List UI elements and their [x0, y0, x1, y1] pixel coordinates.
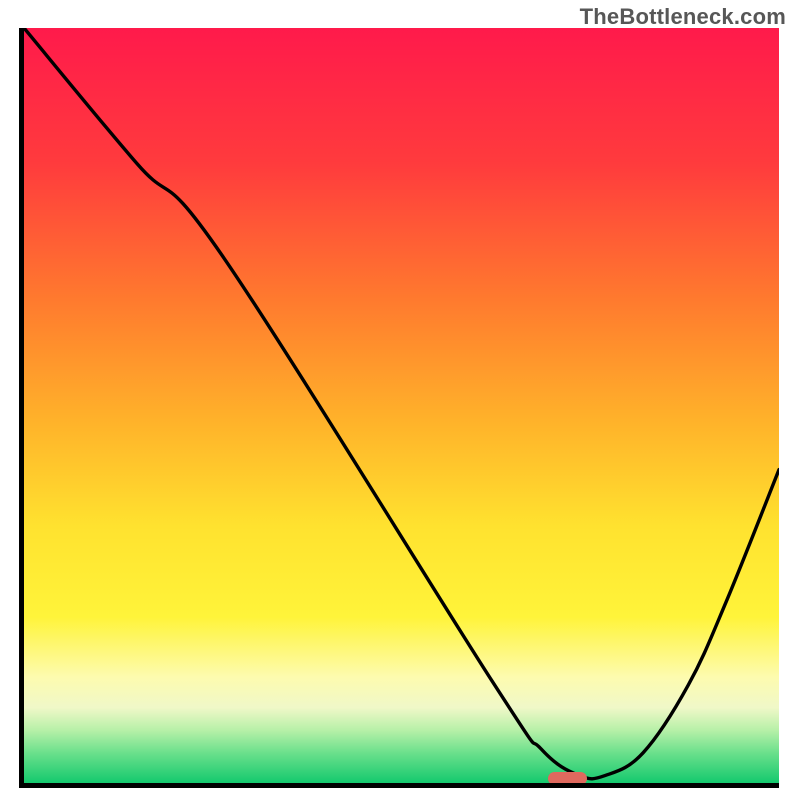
watermark-text: TheBottleneck.com [580, 4, 786, 30]
chart-container: TheBottleneck.com [0, 0, 800, 800]
chart-background-gradient [24, 28, 779, 783]
plot-area [24, 28, 779, 783]
chart-frame [19, 28, 779, 788]
optimal-marker [548, 772, 587, 784]
